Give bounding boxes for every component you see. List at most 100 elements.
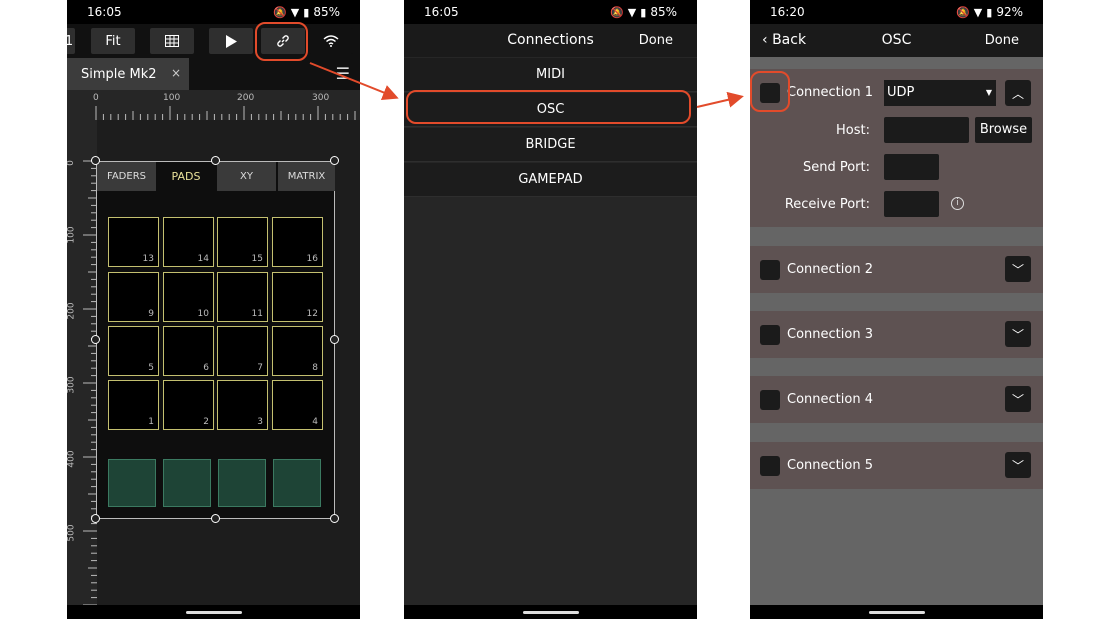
battery-percent: 85%: [313, 5, 340, 19]
pad-button[interactable]: 5: [108, 326, 159, 376]
ruler-h-label: 200: [237, 93, 255, 103]
collapse-button[interactable]: ︿: [1005, 80, 1031, 106]
osc-phone: 16:20 🔕 ▼ ▮ 92% ‹ Back OSC Done Connecti…: [750, 0, 1043, 619]
pad-number: 12: [306, 309, 318, 319]
green-pad[interactable]: [163, 459, 211, 507]
battery-percent: 92%: [996, 5, 1023, 19]
wifi-button[interactable]: [309, 28, 353, 54]
receive-port-label: Receive Port:: [784, 197, 870, 212]
pad-button[interactable]: 16: [272, 217, 323, 267]
resize-handle[interactable]: [330, 514, 339, 523]
pad-button[interactable]: 9: [108, 272, 159, 322]
connection-2-checkbox[interactable]: [760, 260, 780, 280]
ruler-v-label: 500: [67, 524, 77, 542]
expand-button[interactable]: ﹀: [1005, 321, 1031, 347]
pad-button[interactable]: 13: [108, 217, 159, 267]
battery-icon: ▮: [986, 5, 993, 19]
home-indicator[interactable]: [522, 611, 579, 614]
pad-button[interactable]: 3: [217, 380, 268, 430]
pad-number: 4: [312, 417, 318, 427]
connection-3-checkbox[interactable]: [760, 325, 780, 345]
pad-button[interactable]: 12: [272, 272, 323, 322]
pad-button[interactable]: 7: [217, 326, 268, 376]
resize-handle[interactable]: [330, 156, 339, 165]
done-button[interactable]: Done: [985, 33, 1019, 48]
green-pad[interactable]: [108, 459, 156, 507]
close-icon[interactable]: ×: [171, 66, 181, 80]
fit-button[interactable]: Fit: [91, 28, 135, 54]
chevron-down-icon: ﹀: [1011, 458, 1024, 473]
expand-button[interactable]: ﹀: [1005, 386, 1031, 412]
pad-button[interactable]: 8: [272, 326, 323, 376]
arrow-to-checkbox: [696, 91, 744, 108]
pad-number: 11: [251, 309, 263, 319]
wifi-icon: ▼: [973, 5, 983, 19]
pad-number: 13: [142, 254, 154, 264]
battery-percent: 85%: [650, 5, 677, 19]
resize-handle[interactable]: [91, 514, 100, 523]
tab-pads[interactable]: PADS: [156, 162, 216, 191]
connection-5-panel: Connection 5 ﹀: [750, 442, 1043, 489]
tab-faders[interactable]: FADERS: [97, 162, 156, 191]
info-icon[interactable]: i: [951, 197, 964, 210]
grid-icon: [165, 35, 179, 47]
resize-handle[interactable]: [91, 156, 100, 165]
document-tab[interactable]: Simple Mk2 ×: [67, 58, 189, 90]
ruler-v-label: 0: [67, 160, 76, 166]
pad-button[interactable]: 6: [163, 326, 214, 376]
play-button[interactable]: [209, 28, 253, 54]
fit-label: Fit: [105, 33, 121, 49]
pad-button[interactable]: 2: [163, 380, 214, 430]
status-bar: 16:05 🔕 ▼ ▮ 85%: [67, 0, 360, 24]
page-number: 1: [67, 33, 74, 49]
chevron-down-icon: ﹀: [1011, 262, 1024, 277]
expand-button[interactable]: ﹀: [1005, 256, 1031, 282]
callout-ring-osc: [406, 90, 691, 124]
chevron-up-icon: ︿: [1011, 86, 1024, 101]
battery-icon: ▮: [640, 5, 647, 19]
connection-1-panel: Connection 1 UDP ▼ ︿ Host: Browse Send P…: [750, 69, 1043, 227]
layout-canvas[interactable]: FADERS PADS XY MATRIX 13 14 15 16 9 10 11 12 5 6 7…: [96, 161, 335, 519]
pad-button[interactable]: 10: [163, 272, 214, 322]
green-pad[interactable]: [273, 459, 321, 507]
connection-4-checkbox[interactable]: [760, 390, 780, 410]
receive-port-input[interactable]: [884, 191, 939, 217]
pad-button[interactable]: 14: [163, 217, 214, 267]
resize-handle[interactable]: [330, 335, 339, 344]
ruler-v-label: 300: [67, 376, 77, 394]
pad-button[interactable]: 4: [272, 380, 323, 430]
play-icon: [226, 34, 237, 48]
pad-button[interactable]: 11: [217, 272, 268, 322]
pad-button[interactable]: 1: [108, 380, 159, 430]
expand-button[interactable]: ﹀: [1005, 452, 1031, 478]
connection-type-midi[interactable]: MIDI: [404, 58, 697, 92]
ruler-h-label: 100: [163, 93, 181, 103]
host-input[interactable]: [884, 117, 969, 143]
document-tab-bar: Simple Mk2 × ☰: [67, 58, 360, 90]
green-pad[interactable]: [218, 459, 266, 507]
protocol-select[interactable]: UDP ▼: [884, 80, 996, 106]
horizontal-ruler: 0 100 200 300: [67, 90, 360, 120]
resize-handle[interactable]: [91, 335, 100, 344]
grid-button[interactable]: [150, 28, 194, 54]
connection-type-gamepad[interactable]: GAMEPAD: [404, 163, 697, 197]
tab-xy[interactable]: XY: [216, 162, 276, 191]
hamburger-menu-icon[interactable]: ☰: [336, 64, 350, 83]
done-button[interactable]: Done: [639, 33, 673, 48]
resize-handle[interactable]: [210, 156, 220, 165]
home-indicator[interactable]: [868, 611, 925, 614]
pad-number: 14: [197, 254, 209, 264]
pad-button[interactable]: 15: [217, 217, 268, 267]
send-port-input[interactable]: [884, 154, 939, 180]
mute-icon: 🔕: [273, 5, 287, 19]
resize-handle[interactable]: [210, 514, 220, 523]
page-number-button[interactable]: 1: [67, 28, 75, 54]
document-tab-label: Simple Mk2: [81, 66, 157, 82]
pad-number: 10: [197, 309, 209, 319]
tab-matrix[interactable]: MATRIX: [277, 162, 335, 191]
connection-5-checkbox[interactable]: [760, 456, 780, 476]
battery-icon: ▮: [303, 5, 310, 19]
connection-type-bridge[interactable]: BRIDGE: [404, 128, 697, 162]
home-indicator[interactable]: [185, 611, 242, 614]
browse-button[interactable]: Browse: [975, 117, 1032, 143]
